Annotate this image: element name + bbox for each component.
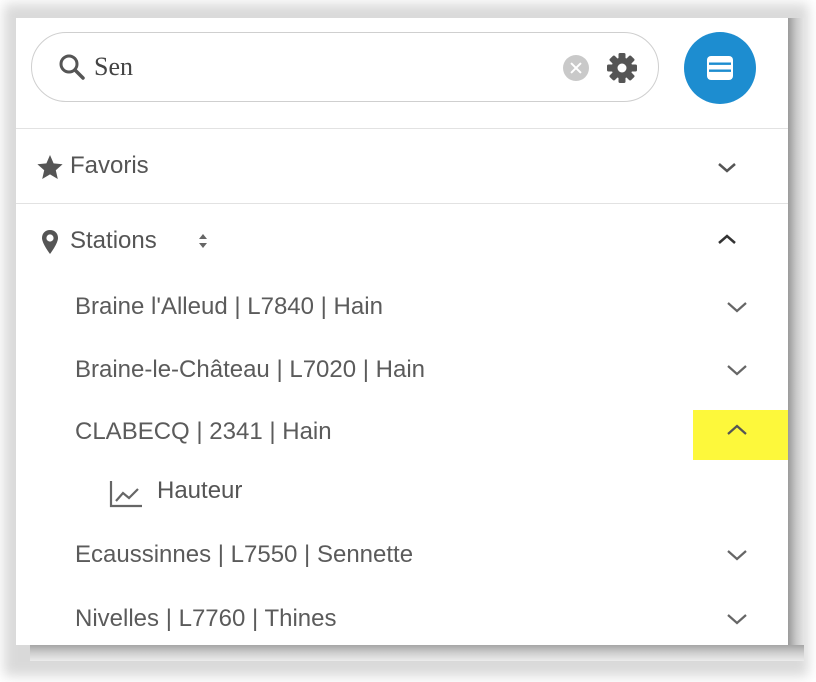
divider (16, 128, 788, 129)
section-favorites[interactable]: Favoris (16, 136, 788, 196)
chevron-up-icon[interactable] (724, 422, 750, 438)
station-child-item[interactable]: Hauteur (16, 473, 788, 518)
chevron-down-icon[interactable] (724, 362, 750, 378)
section-stations[interactable]: Stations (16, 211, 788, 271)
chevron-down-icon[interactable] (714, 160, 740, 176)
panel-bottom-shadow (30, 645, 804, 661)
section-stations-label: Stations (70, 227, 157, 254)
clear-icon[interactable] (563, 55, 589, 81)
station-item[interactable]: Nivelles | L7760 | Thines (16, 595, 788, 645)
chevron-up-icon[interactable] (714, 231, 740, 247)
section-favorites-label: Favoris (70, 152, 149, 179)
chevron-down-icon[interactable] (724, 299, 750, 315)
station-item[interactable]: Ecaussinnes | L7550 | Sennette (16, 531, 788, 581)
station-item[interactable]: Braine-le-Château | L7020 | Hain (16, 346, 788, 396)
station-child-label: Hauteur (157, 477, 243, 504)
station-item[interactable]: CLABECQ | 2341 | Hain (16, 408, 788, 458)
station-label: Nivelles | L7760 | Thines (75, 605, 337, 632)
line-chart-icon (109, 481, 142, 508)
station-label: CLABECQ | 2341 | Hain (75, 418, 332, 445)
chevron-down-icon[interactable] (724, 611, 750, 627)
search-input[interactable] (94, 49, 554, 85)
gear-icon[interactable] (605, 51, 639, 85)
menu-button[interactable] (684, 32, 756, 104)
map-pin-icon (42, 230, 58, 254)
chevron-down-icon[interactable] (724, 547, 750, 563)
station-label: Braine l'Alleud | L7840 | Hain (75, 293, 383, 320)
divider (16, 203, 788, 204)
search-icon (59, 54, 85, 80)
station-label: Braine-le-Château | L7020 | Hain (75, 356, 426, 383)
station-panel: Favoris Stations Braine l'Alleud | L7840… (16, 18, 788, 645)
sort-icon[interactable] (196, 231, 210, 251)
panel-right-shadow (788, 18, 804, 645)
star-icon (37, 155, 63, 179)
search-box[interactable] (31, 32, 659, 102)
station-label: Ecaussinnes | L7550 | Sennette (75, 541, 414, 568)
station-item[interactable]: Braine l'Alleud | L7840 | Hain (16, 283, 788, 333)
list-menu-icon (707, 56, 733, 80)
